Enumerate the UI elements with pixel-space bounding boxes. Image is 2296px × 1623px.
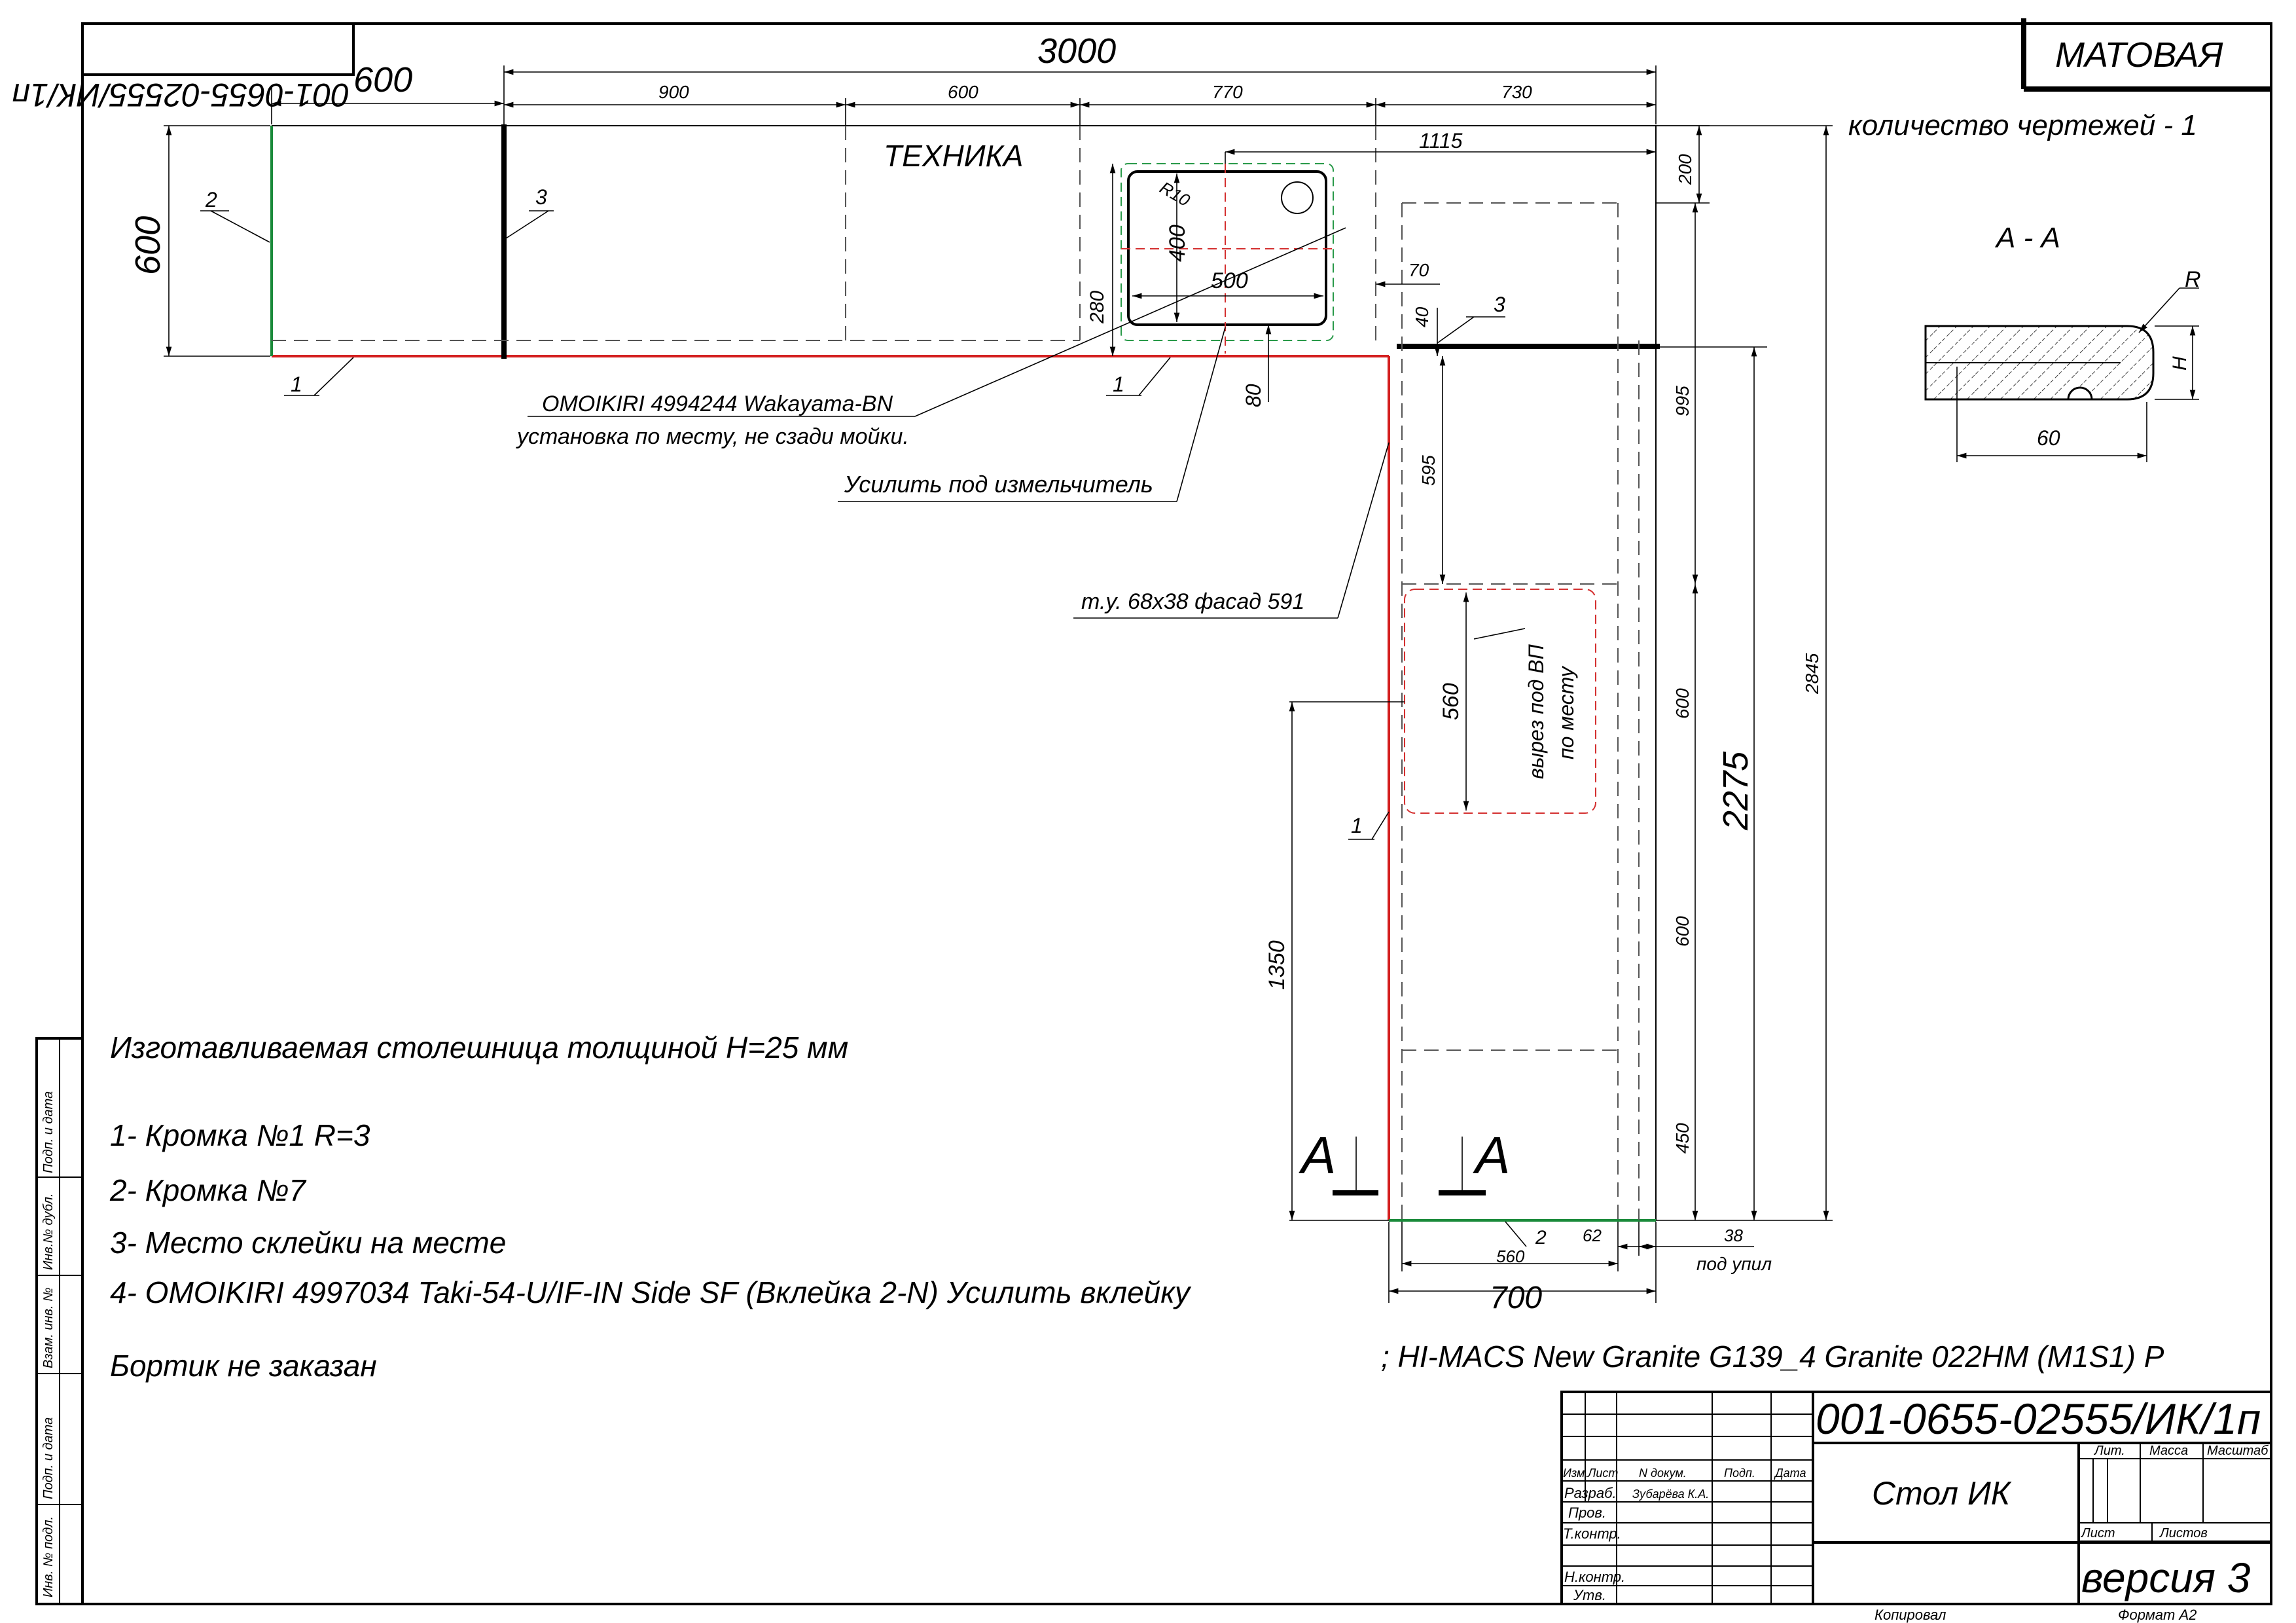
dim-40: 40 xyxy=(1412,306,1432,327)
note-item-1: 1- Кромка №1 R=3 xyxy=(110,1118,370,1152)
tb-header-sign: Подп. xyxy=(1724,1467,1755,1480)
sink-model: OMOIKIRI 4994244 Wakayama-BN xyxy=(542,392,893,416)
callout-3-left: 3 xyxy=(535,185,547,209)
drawings-count: количество чертежей - 1 xyxy=(1848,109,2197,141)
dim-left-segment: 600 xyxy=(353,60,412,100)
dim-seg3: 770 xyxy=(1212,82,1243,102)
cutout-note-2: по месту xyxy=(1554,665,1578,759)
sink-radius: R10 xyxy=(1157,177,1194,210)
section-title: А - А xyxy=(1994,222,2060,254)
note-item-4: 4- OMOIKIRI 4997034 Taki-54-U/IF-IN Side… xyxy=(110,1275,1192,1309)
dim-sink-offset: 1115 xyxy=(1419,129,1463,153)
dim-seg2: 600 xyxy=(948,82,978,102)
tb-developer: Зубарёва К.А. xyxy=(1632,1487,1709,1501)
dim-600a: 600 xyxy=(1672,688,1693,719)
sink-depth: 400 xyxy=(1165,225,1190,262)
dim-return-width: 700 xyxy=(1490,1281,1542,1315)
sink-drain xyxy=(1281,181,1314,214)
sink-width: 500 xyxy=(1211,268,1248,293)
tu-facade-note: т.у. 68х38 фасад 591 xyxy=(1081,589,1304,614)
stamp-text-3: Взам. инв. № xyxy=(41,1287,56,1368)
stamp-text-4: Подп. и дата xyxy=(41,1417,56,1499)
dim-overall: 3000 xyxy=(1037,31,1116,71)
tb-scale: Масштаб xyxy=(2207,1444,2269,1458)
technical-drawing: Подп. и дата Инв.№ дубл. Взам. инв. № По… xyxy=(12,18,2272,1623)
dim-62: 62 xyxy=(1583,1226,1602,1245)
cutout-note-1: вырез под ВП xyxy=(1524,644,1548,779)
tb-row-check: Пров. xyxy=(1568,1504,1606,1521)
dim-80: 80 xyxy=(1242,384,1265,407)
stamp-text-5: Инв. № подл. xyxy=(41,1516,56,1597)
section-width: 60 xyxy=(2037,426,2060,450)
tb-sheets: Листов xyxy=(2159,1526,2208,1541)
callout-2-left: 2 xyxy=(205,188,217,211)
dim-595: 595 xyxy=(1418,455,1439,486)
dim-70: 70 xyxy=(1408,260,1429,280)
section-r: R xyxy=(2185,267,2201,292)
dim-seg1: 900 xyxy=(658,82,689,102)
mirrored-number-box xyxy=(81,22,355,76)
tb-doc-number: 001-0655-02555/ИК/1п xyxy=(1816,1395,2261,1443)
callout-3-corner: 3 xyxy=(1494,293,1505,316)
tb-header-date: Дата xyxy=(1774,1467,1806,1480)
tb-version: версия 3 xyxy=(2081,1554,2251,1601)
material-note: ; HI-MACS New Granite G139_4 Granite 022… xyxy=(1381,1340,2164,1374)
mirrored-drawing-number: 001-0655-02555/ИК/1п xyxy=(12,77,350,113)
dim-seg4: 730 xyxy=(1501,82,1532,102)
dim-280: 280 xyxy=(1086,291,1108,324)
callout-2-bottom: 2 xyxy=(1535,1227,1547,1249)
zone-label: ТЕХНИКА xyxy=(884,139,1023,173)
sink-note: установка по месту, не сзади мойки. xyxy=(516,424,909,449)
dim-bottom-560: 560 xyxy=(1496,1247,1525,1266)
tb-lit: Лит. xyxy=(2093,1444,2125,1458)
tb-mass: Масса xyxy=(2149,1444,2188,1458)
tb-header-sheet: Лист xyxy=(1587,1467,1618,1480)
dim-2845: 2845 xyxy=(1802,653,1822,695)
dim-200: 200 xyxy=(1675,154,1695,185)
cooktop-depth: 560 xyxy=(1439,683,1463,720)
tb-copied: Копировал xyxy=(1874,1607,1946,1623)
dim-995: 995 xyxy=(1672,386,1693,416)
tb-row-approve: Утв. xyxy=(1573,1587,1606,1603)
stamp-text-1: Подп. и дата xyxy=(41,1091,56,1173)
note-thickness: Изготавливаемая столешница толщиной Н=25… xyxy=(110,1030,848,1065)
section-mark-right: А xyxy=(1473,1126,1510,1184)
note-no-backsplash: Бортик не заказан xyxy=(110,1349,377,1383)
tb-header-doc: N докум. xyxy=(1639,1467,1687,1480)
seal-note: под упил xyxy=(1696,1254,1772,1274)
tb-row-tcontr: Т.контр. xyxy=(1563,1525,1621,1542)
dim-38: 38 xyxy=(1724,1226,1743,1245)
callout-1-return: 1 xyxy=(1351,814,1363,837)
callout-1-mid: 1 xyxy=(1113,373,1124,396)
tb-row-dev: Разраб. xyxy=(1564,1485,1617,1501)
finish-label: МАТОВАЯ xyxy=(2055,35,2223,75)
tb-row-ncontr: Н.контр. xyxy=(1564,1569,1625,1585)
dim-left-depth: 600 xyxy=(128,216,168,275)
callout-1-left: 1 xyxy=(291,373,302,396)
note-item-2: 2- Кромка №7 xyxy=(109,1173,306,1207)
stamp-text-2: Инв.№ дубл. xyxy=(41,1194,56,1270)
reinforce-note: Усилить под измельчитель xyxy=(844,471,1153,498)
tb-header-change: Изм. xyxy=(1563,1467,1588,1480)
dim-2275: 2275 xyxy=(1716,751,1755,831)
note-item-3: 3- Место склейки на месте xyxy=(110,1226,506,1260)
dim-600b: 600 xyxy=(1672,916,1693,947)
section-mark-left: А xyxy=(1299,1126,1336,1184)
dim-1350: 1350 xyxy=(1265,940,1289,990)
tb-sheet: Лист xyxy=(2080,1526,2115,1541)
dim-450: 450 xyxy=(1672,1123,1693,1154)
tb-format: Формат А2 xyxy=(2118,1607,2197,1623)
section-h: H xyxy=(2169,356,2191,371)
tb-name: Стол ИК xyxy=(1872,1475,2012,1512)
sink-outline-green xyxy=(1121,163,1334,341)
